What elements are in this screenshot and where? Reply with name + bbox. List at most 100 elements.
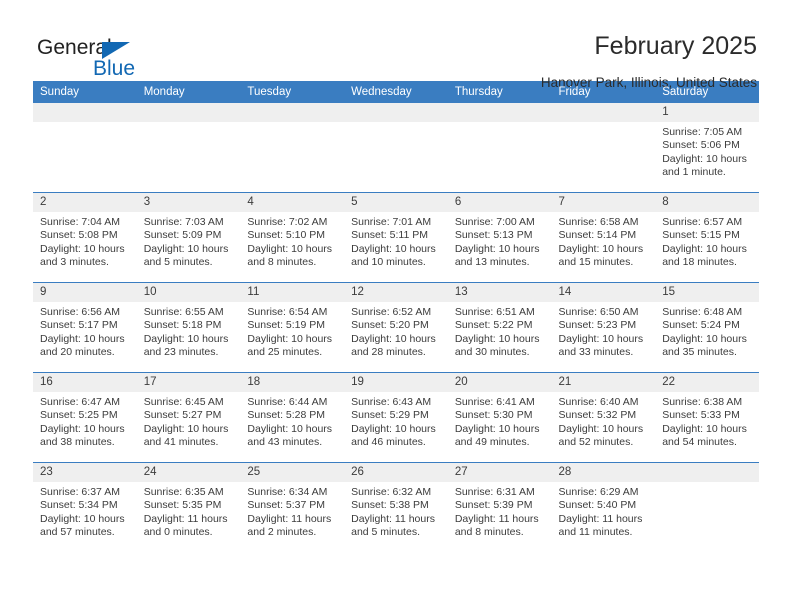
sunrise-text: Sunrise: 6:47 AM bbox=[40, 396, 120, 408]
day-details: Sunrise: 6:29 AM Sunset: 5:40 PM Daylight:… bbox=[552, 482, 656, 540]
calendar-day-cell[interactable]: 12 Sunrise: 6:52 AM Sunset: 5:20 PM Dayligh… bbox=[344, 282, 448, 373]
day-number: 10 bbox=[136, 283, 241, 302]
daylight-text-line2: and 3 minutes. bbox=[40, 256, 109, 269]
day-number: 12 bbox=[344, 283, 448, 302]
sunrise-text: Sunrise: 6:31 AM bbox=[454, 486, 535, 498]
calendar-week-row: 23 Sunrise: 6:37 AM Sunset: 5:34 PM Dayligh… bbox=[33, 462, 759, 552]
sunset-text: Sunset: 5:23 PM bbox=[558, 319, 637, 332]
day-details: Sunrise: 6:43 AM Sunset: 5:29 PM Daylight:… bbox=[344, 392, 448, 450]
daylight-text-line1: Daylight: 10 hours bbox=[662, 152, 747, 165]
daylight-text-line2: and 25 minutes. bbox=[247, 346, 323, 359]
calendar-week-row: 9 Sunrise: 6:56 AM Sunset: 5:17 PM Daylight… bbox=[33, 282, 759, 373]
calendar-day-cell[interactable]: 8 Sunrise: 6:57 AM Sunset: 5:15 PM Daylight… bbox=[655, 192, 759, 283]
calendar-day-cell[interactable]: 18 Sunrise: 6:44 AM Sunset: 5:28 PM Dayligh… bbox=[240, 372, 345, 463]
day-details: Sunrise: 6:55 AM Sunset: 5:18 PM Daylight:… bbox=[137, 302, 241, 360]
calendar-day-cell[interactable]: 19 Sunrise: 6:43 AM Sunset: 5:29 PM Dayligh… bbox=[344, 372, 448, 463]
calendar-day-cell[interactable]: 28 Sunrise: 6:29 AM Sunset: 5:40 PM Dayligh… bbox=[551, 462, 656, 552]
day-number: 13 bbox=[447, 283, 552, 302]
calendar-day-cell[interactable]: 26 Sunrise: 6:32 AM Sunset: 5:38 PM Dayligh… bbox=[344, 462, 448, 552]
daylight-text-line2: and 43 minutes. bbox=[247, 436, 323, 449]
sunrise-text: Sunrise: 6:57 AM bbox=[662, 216, 743, 228]
daylight-text-line2: and 49 minutes. bbox=[454, 436, 530, 449]
day-details: Sunrise: 6:41 AM Sunset: 5:30 PM Daylight:… bbox=[448, 392, 552, 450]
daylight-text-line1: Daylight: 10 hours bbox=[40, 332, 125, 345]
sunrise-text: Sunrise: 7:04 AM bbox=[40, 216, 120, 228]
day-details: Sunrise: 6:58 AM Sunset: 5:14 PM Daylight:… bbox=[552, 212, 656, 270]
calendar-day-cell[interactable]: 13 Sunrise: 6:51 AM Sunset: 5:22 PM Dayligh… bbox=[447, 282, 552, 373]
day-details: Sunrise: 6:56 AM Sunset: 5:17 PM Daylight:… bbox=[33, 302, 137, 360]
day-number bbox=[551, 103, 656, 122]
day-number: 27 bbox=[447, 463, 552, 482]
calendar-day-cell[interactable]: 2 Sunrise: 7:04 AM Sunset: 5:08 PM Daylight… bbox=[33, 192, 137, 283]
calendar-day-cell[interactable]: 22 Sunrise: 6:38 AM Sunset: 5:33 PM Dayligh… bbox=[655, 372, 759, 463]
sunrise-text: Sunrise: 6:52 AM bbox=[351, 306, 432, 318]
sunset-text: Sunset: 5:39 PM bbox=[454, 499, 533, 512]
sunset-text: Sunset: 5:08 PM bbox=[40, 229, 118, 242]
calendar-day-cell[interactable]: 20 Sunrise: 6:41 AM Sunset: 5:30 PM Dayligh… bbox=[447, 372, 552, 463]
sunrise-text: Sunrise: 6:48 AM bbox=[662, 306, 743, 318]
calendar-day-cell[interactable]: 14 Sunrise: 6:50 AM Sunset: 5:23 PM Dayligh… bbox=[551, 282, 656, 373]
calendar-day-cell[interactable]: 25 Sunrise: 6:34 AM Sunset: 5:37 PM Dayligh… bbox=[240, 462, 345, 552]
day-details: Sunrise: 6:37 AM Sunset: 5:34 PM Daylight:… bbox=[33, 482, 137, 540]
daylight-text-line1: Daylight: 10 hours bbox=[454, 332, 540, 345]
sunrise-text: Sunrise: 6:56 AM bbox=[40, 306, 120, 318]
daylight-text-line2: and 57 minutes. bbox=[40, 526, 115, 539]
day-details: Sunrise: 6:52 AM Sunset: 5:20 PM Daylight:… bbox=[344, 302, 448, 360]
daylight-text-line2: and 8 minutes. bbox=[247, 256, 317, 269]
calendar-day-cell[interactable]: 10 Sunrise: 6:55 AM Sunset: 5:18 PM Dayligh… bbox=[136, 282, 241, 373]
calendar-week-row: 1 Sunrise: 7:05 AM Sunset: 5:06 PM Daylight… bbox=[33, 103, 759, 193]
calendar-day-cell[interactable]: 7 Sunrise: 6:58 AM Sunset: 5:14 PM Daylight… bbox=[551, 192, 656, 283]
daylight-text-line1: Daylight: 10 hours bbox=[351, 422, 436, 435]
day-number: 15 bbox=[655, 283, 759, 302]
calendar-day-cell[interactable]: 9 Sunrise: 6:56 AM Sunset: 5:17 PM Daylight… bbox=[33, 282, 137, 373]
day-number: 21 bbox=[551, 373, 656, 392]
calendar-day-cell[interactable]: 15 Sunrise: 6:48 AM Sunset: 5:24 PM Dayligh… bbox=[655, 282, 759, 373]
day-details: Sunrise: 7:05 AM Sunset: 5:06 PM Daylight:… bbox=[655, 122, 759, 180]
calendar-day-cell[interactable]: 11 Sunrise: 6:54 AM Sunset: 5:19 PM Dayligh… bbox=[240, 282, 345, 373]
sunset-text: Sunset: 5:32 PM bbox=[558, 409, 637, 422]
calendar-day-cell[interactable]: 17 Sunrise: 6:45 AM Sunset: 5:27 PM Dayligh… bbox=[136, 372, 241, 463]
calendar-day-cell[interactable]: 5 Sunrise: 7:01 AM Sunset: 5:11 PM Daylight… bbox=[344, 192, 448, 283]
calendar-day-cell[interactable]: 1 Sunrise: 7:05 AM Sunset: 5:06 PM Daylight… bbox=[655, 103, 759, 193]
daylight-text-line2: and 54 minutes. bbox=[662, 436, 737, 449]
sunset-text: Sunset: 5:28 PM bbox=[247, 409, 326, 422]
daylight-text-line1: Daylight: 10 hours bbox=[40, 422, 125, 435]
calendar-day-cell[interactable]: 27 Sunrise: 6:31 AM Sunset: 5:39 PM Dayligh… bbox=[447, 462, 552, 552]
daylight-text-line1: Daylight: 10 hours bbox=[662, 332, 747, 345]
calendar-day-cell[interactable]: 16 Sunrise: 6:47 AM Sunset: 5:25 PM Dayligh… bbox=[33, 372, 137, 463]
day-number bbox=[136, 103, 241, 122]
calendar-day-cell[interactable]: 24 Sunrise: 6:35 AM Sunset: 5:35 PM Dayligh… bbox=[136, 462, 241, 552]
calendar-day-cell[interactable]: 4 Sunrise: 7:02 AM Sunset: 5:10 PM Daylight… bbox=[240, 192, 345, 283]
day-number: 2 bbox=[33, 193, 137, 212]
daylight-text-line2: and 28 minutes. bbox=[351, 346, 426, 359]
sunset-text: Sunset: 5:30 PM bbox=[454, 409, 533, 422]
day-number: 28 bbox=[551, 463, 656, 482]
calendar-day-cell[interactable]: 21 Sunrise: 6:40 AM Sunset: 5:32 PM Dayligh… bbox=[551, 372, 656, 463]
sunrise-sunset-calendar: Sunday Monday Tuesday Wednesday Thursday Frid… bbox=[33, 81, 759, 552]
calendar-day-cell[interactable]: 23 Sunrise: 6:37 AM Sunset: 5:34 PM Dayligh… bbox=[33, 462, 137, 552]
calendar-day-cell[interactable]: 3 Sunrise: 7:03 AM Sunset: 5:09 PM Daylight… bbox=[136, 192, 241, 283]
day-number: 22 bbox=[655, 373, 759, 392]
daylight-text-line1: Daylight: 11 hours bbox=[454, 512, 539, 525]
day-number bbox=[240, 103, 345, 122]
day-details: Sunrise: 6:45 AM Sunset: 5:27 PM Daylight:… bbox=[137, 392, 241, 450]
daylight-text-line2: and 8 minutes. bbox=[454, 526, 524, 539]
brand-logo[interactable]: General Blue bbox=[33, 31, 233, 91]
daylight-text-line2: and 30 minutes. bbox=[454, 346, 530, 359]
daylight-text-line1: Daylight: 10 hours bbox=[558, 332, 644, 345]
daylight-text-line2: and 20 minutes. bbox=[40, 346, 115, 359]
day-number: 3 bbox=[136, 193, 241, 212]
day-details: Sunrise: 6:34 AM Sunset: 5:37 PM Daylight:… bbox=[240, 482, 344, 540]
sunrise-text: Sunrise: 6:54 AM bbox=[247, 306, 328, 318]
daylight-text-line1: Daylight: 11 hours bbox=[247, 512, 332, 525]
day-details: Sunrise: 6:51 AM Sunset: 5:22 PM Daylight:… bbox=[448, 302, 552, 360]
sunset-text: Sunset: 5:33 PM bbox=[662, 409, 740, 422]
weekday-header-tuesday: Tuesday bbox=[240, 81, 345, 103]
calendar-day-cell[interactable]: 6 Sunrise: 7:00 AM Sunset: 5:13 PM Daylight… bbox=[447, 192, 552, 283]
daylight-text-line2: and 11 minutes. bbox=[558, 526, 633, 539]
sunset-text: Sunset: 5:37 PM bbox=[247, 499, 326, 512]
daylight-text-line1: Daylight: 10 hours bbox=[351, 332, 436, 345]
brand-name-blue: Blue bbox=[93, 57, 136, 80]
sunrise-text: Sunrise: 7:05 AM bbox=[662, 126, 743, 138]
sunset-text: Sunset: 5:06 PM bbox=[662, 139, 740, 152]
